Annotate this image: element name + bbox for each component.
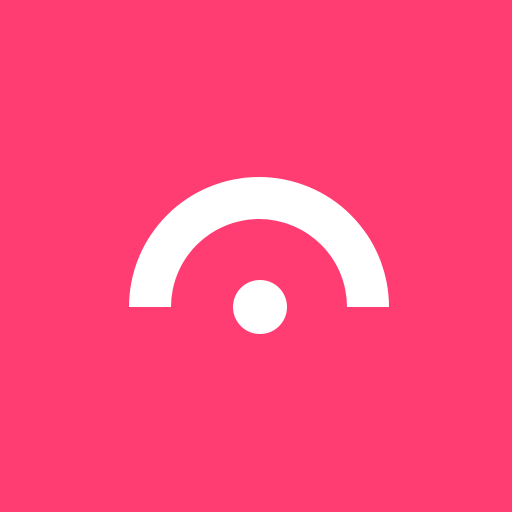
half-ring-with-dot-icon	[129, 177, 389, 334]
app-icon-background	[0, 0, 512, 512]
center-dot	[233, 280, 287, 334]
